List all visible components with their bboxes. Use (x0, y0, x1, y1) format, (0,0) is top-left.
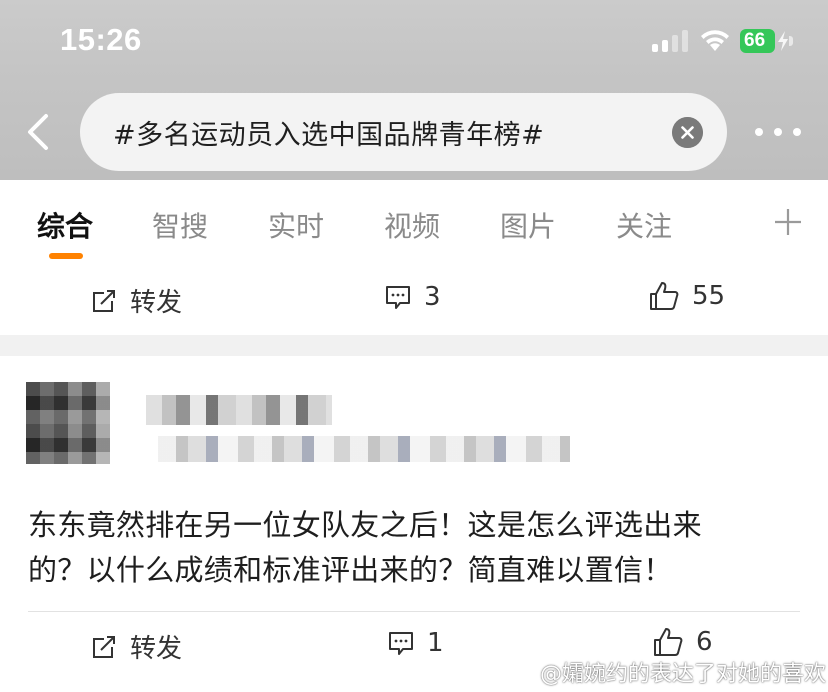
comment-icon (386, 286, 410, 309)
repost-icon (93, 635, 115, 658)
active-tab-indicator (49, 253, 83, 259)
search-query-text: #多名运动员入选中国品牌青年榜# (113, 119, 545, 151)
weibo-logo-icon (507, 659, 538, 684)
tab-images[interactable]: 图片 (500, 205, 556, 245)
like-thumb-icon (654, 628, 683, 656)
comment-icon (389, 632, 413, 655)
tab-following[interactable]: 关注 (616, 205, 672, 245)
watermark-text: @孀婉约的表达了对她的喜欢 (540, 662, 827, 687)
tab-realtime[interactable]: 实时 (268, 205, 324, 245)
comment-button[interactable]: 1 (387, 628, 444, 658)
search-input[interactable]: #多名运动员入选中国品牌青年榜# (80, 93, 727, 171)
like-button[interactable]: 6 (652, 626, 713, 658)
cellular-signal-icon (652, 30, 692, 52)
post-meta-redacted (158, 436, 570, 462)
comment-count: 1 (427, 628, 444, 658)
like-button[interactable]: 55 (648, 280, 725, 312)
divider (28, 611, 800, 612)
comment-button[interactable]: 3 (384, 282, 441, 312)
post-text-line: 东东竟然排在另一位女队友之后！这是怎么评选出来 (28, 508, 702, 542)
repost-label: 转发 (130, 288, 183, 318)
more-options-icon[interactable] (755, 124, 801, 140)
tab-smart-search[interactable]: 智搜 (152, 205, 208, 245)
post-text-line: 的？以什么成绩和标准评出来的？简直难以置信！ (28, 553, 673, 587)
add-channel-icon[interactable] (773, 207, 803, 237)
tab-comprehensive[interactable]: 综合 (37, 205, 93, 245)
username-redacted[interactable] (146, 395, 332, 425)
like-count: 6 (696, 627, 713, 657)
battery-cap (789, 36, 793, 46)
like-count: 55 (692, 281, 726, 311)
repost-button[interactable]: 转发 (90, 628, 182, 665)
repost-icon (93, 289, 115, 312)
repost-label: 转发 (130, 634, 183, 664)
comment-count: 3 (424, 282, 441, 312)
avatar[interactable] (26, 382, 110, 464)
repost-button[interactable]: 转发 (90, 282, 182, 319)
status-time: 15:26 (60, 22, 142, 57)
back-arrow-icon[interactable] (22, 112, 52, 152)
wifi-icon (701, 30, 729, 51)
like-thumb-icon (650, 282, 679, 310)
clear-search-icon[interactable] (672, 117, 703, 148)
battery-indicator: 66 (740, 29, 775, 53)
post-text: 东东竟然排在另一位女队友之后！这是怎么评选出来 的？以什么成绩和标准评出来的？简… (28, 503, 800, 593)
charging-bolt-icon (778, 31, 788, 51)
tab-video[interactable]: 视频 (384, 205, 440, 245)
